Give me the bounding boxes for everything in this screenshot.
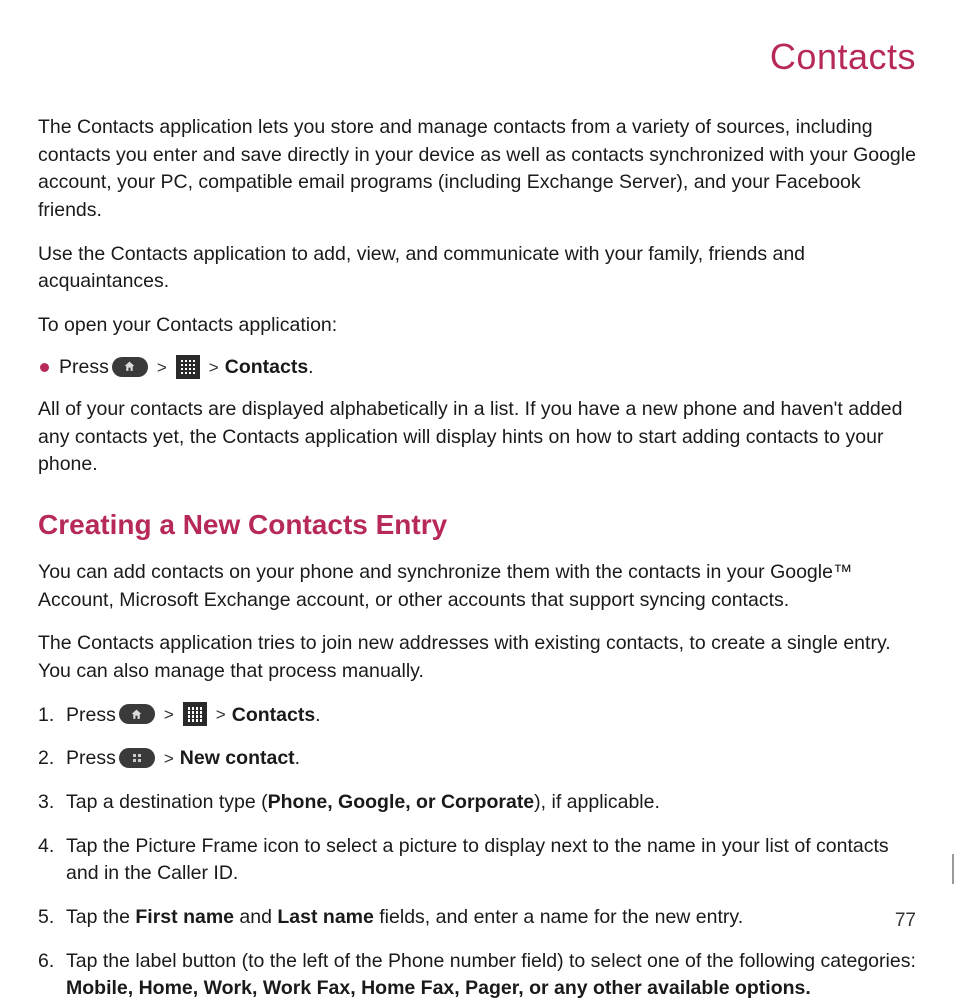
step-5: 5. Tap the First name and Last name fiel… <box>38 904 916 932</box>
press-label: Press <box>66 702 116 730</box>
destination-types: Phone, Google, or Corporate <box>268 791 535 813</box>
step-text: fields, and enter a name for the new ent… <box>374 906 743 928</box>
step-3: 3. Tap a destination type (Phone, Google… <box>38 789 916 817</box>
separator: > <box>216 703 226 727</box>
page-title: Contacts <box>770 36 916 77</box>
last-name-label: Last name <box>277 906 373 928</box>
section-paragraph-1: You can add contacts on your phone and s… <box>38 559 916 614</box>
press-label: Press <box>66 745 116 773</box>
bullet-instruction: Press > > Contacts. <box>40 356 916 380</box>
step-number: 1. <box>38 702 60 730</box>
apps-icon <box>183 702 207 726</box>
step-text: and <box>234 906 277 928</box>
bullet-icon <box>40 363 49 372</box>
press-label: Press <box>59 356 109 379</box>
contacts-label: Contacts <box>232 702 315 730</box>
page-number: 77 <box>895 910 916 932</box>
section-title: Creating a New Contacts Entry <box>38 509 916 541</box>
step-4: 4. Tap the Picture Frame icon to select … <box>38 833 916 888</box>
home-key-icon <box>119 704 155 724</box>
step-number: 6. <box>38 948 60 1003</box>
step-number: 5. <box>38 904 60 932</box>
intro-paragraph-2: Use the Contacts application to add, vie… <box>38 241 916 296</box>
step-text: Tap the label button (to the left of the… <box>66 950 916 972</box>
separator: > <box>164 703 174 727</box>
step-2: 2. Press > New contact. <box>38 745 916 773</box>
step-1: 1. Press > > Contacts. <box>38 702 916 730</box>
intro-paragraph-4: All of your contacts are displayed alpha… <box>38 396 916 479</box>
step-number: 3. <box>38 789 60 817</box>
step-text: ), if applicable. <box>534 791 660 813</box>
new-contact-label: New contact <box>180 745 295 773</box>
section-paragraph-2: The Contacts application tries to join n… <box>38 630 916 685</box>
step-text: Tap a destination type ( <box>66 791 268 813</box>
intro-paragraph-1: The Contacts application lets you store … <box>38 114 916 225</box>
categories-list: Mobile, Home, Work, Work Fax, Home Fax, … <box>66 977 811 999</box>
step-6: 6. Tap the label button (to the left of … <box>38 948 916 1003</box>
page-header: Contacts <box>38 36 916 78</box>
separator: > <box>157 358 167 378</box>
separator: > <box>164 747 174 771</box>
first-name-label: First name <box>135 906 234 928</box>
step-text: Tap the Picture Frame icon to select a p… <box>66 833 916 888</box>
home-key-icon <box>112 357 148 377</box>
step-number: 4. <box>38 833 60 888</box>
apps-icon <box>176 355 200 379</box>
menu-key-icon <box>119 748 155 768</box>
step-number: 2. <box>38 745 60 773</box>
contacts-label: Contacts <box>225 356 308 379</box>
separator: > <box>209 358 219 378</box>
intro-paragraph-3: To open your Contacts application: <box>38 312 916 340</box>
step-text: Tap the <box>66 906 135 928</box>
